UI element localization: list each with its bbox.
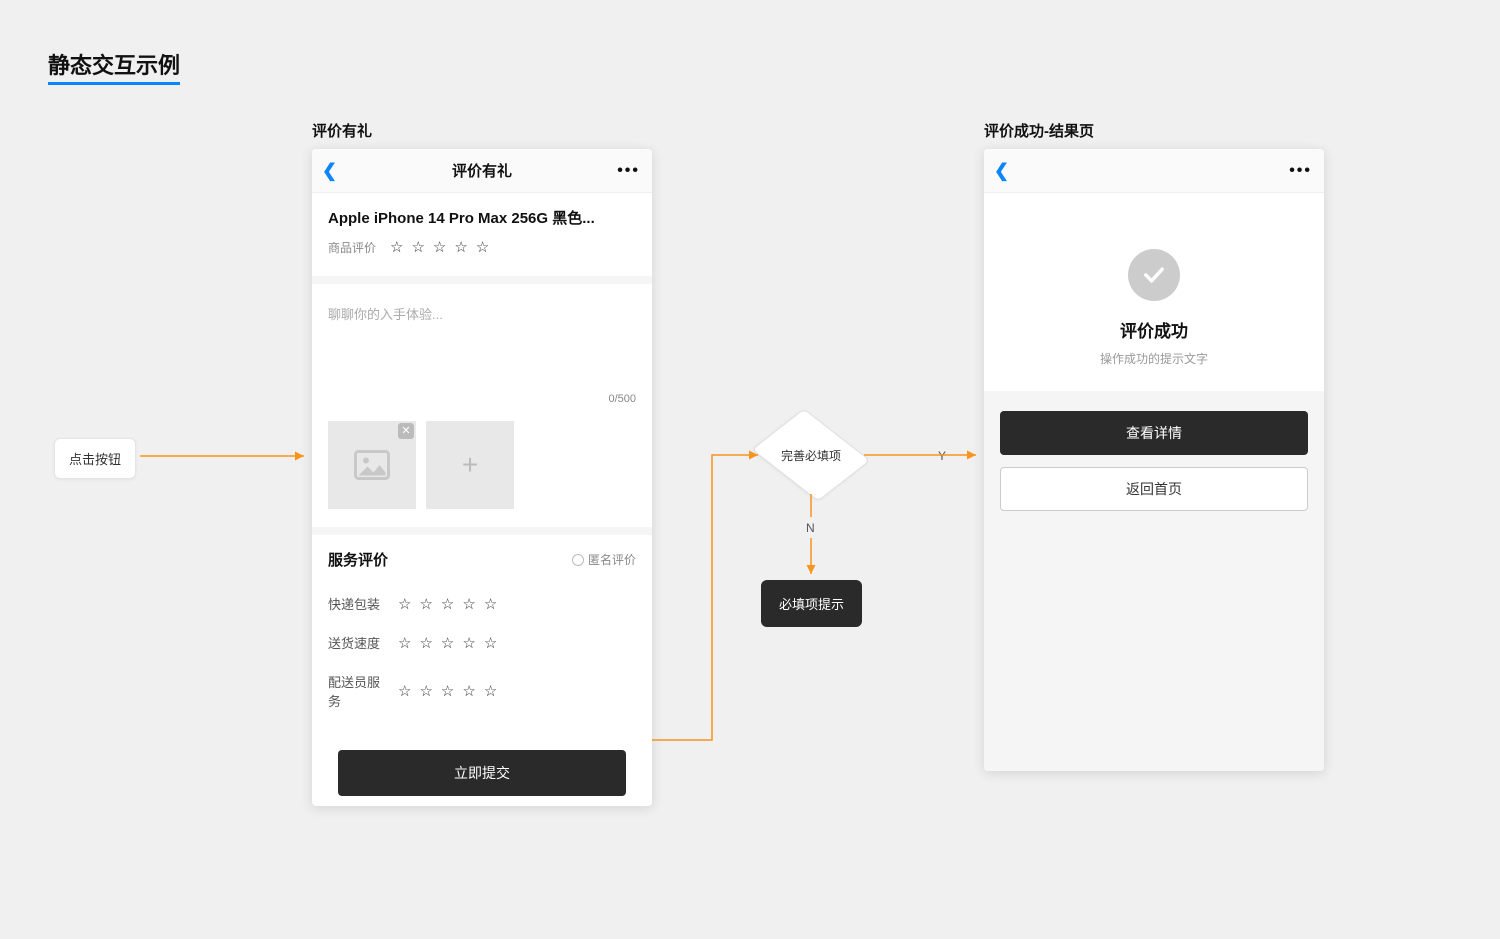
- service-row-label: 送货速度: [328, 633, 384, 652]
- image-icon: [354, 450, 390, 480]
- branch-yes-label: Y: [938, 449, 946, 463]
- char-count: 0/500: [328, 393, 636, 405]
- more-icon[interactable]: •••: [617, 162, 640, 180]
- anonymous-checkbox[interactable]: 匿名评价: [572, 551, 636, 568]
- view-detail-button[interactable]: 查看详情: [1000, 411, 1308, 455]
- result-subtitle: 操作成功的提示文字: [1000, 350, 1308, 367]
- branch-no-label: N: [806, 521, 815, 535]
- service-rating-stars[interactable]: ☆ ☆ ☆ ☆ ☆: [398, 634, 497, 652]
- trigger-button-card[interactable]: 点击按钮: [54, 438, 136, 479]
- anonymous-label: 匿名评价: [588, 551, 636, 568]
- back-icon[interactable]: ❮: [994, 160, 1009, 181]
- product-rating-stars[interactable]: ☆ ☆ ☆ ☆ ☆: [390, 238, 489, 256]
- back-home-button[interactable]: 返回首页: [1000, 467, 1308, 511]
- validation-toast: 必填项提示: [761, 580, 862, 627]
- service-rating-title: 服务评价: [328, 549, 388, 570]
- star-icon[interactable]: ☆: [484, 682, 497, 700]
- radio-icon: [572, 554, 584, 566]
- service-row-label: 快递包装: [328, 594, 384, 613]
- star-icon[interactable]: ☆: [419, 682, 432, 700]
- phone-a-section-label: 评价有礼: [312, 120, 652, 141]
- decision-diamond: 完善必填项: [764, 418, 858, 492]
- review-textarea[interactable]: 聊聊你的入手体验... 0/500: [312, 284, 652, 417]
- star-icon[interactable]: ☆: [419, 595, 432, 613]
- navbar: ❮ 评价有礼 •••: [312, 149, 652, 193]
- nav-title: 评价有礼: [452, 160, 512, 181]
- back-icon[interactable]: ❮: [322, 160, 337, 181]
- star-icon[interactable]: ☆: [462, 634, 475, 652]
- phone-b-frame: ❮ ••• 评价成功 操作成功的提示文字 查看详情 返回首页: [984, 149, 1324, 771]
- service-rating-stars[interactable]: ☆ ☆ ☆ ☆ ☆: [398, 595, 497, 613]
- navbar: ❮ •••: [984, 149, 1324, 193]
- service-rating-stars[interactable]: ☆ ☆ ☆ ☆ ☆: [398, 682, 497, 700]
- star-icon[interactable]: ☆: [484, 595, 497, 613]
- star-icon[interactable]: ☆: [441, 595, 454, 613]
- star-icon[interactable]: ☆: [390, 238, 403, 256]
- decision-label: 完善必填项: [764, 418, 858, 492]
- star-icon[interactable]: ☆: [411, 238, 424, 256]
- product-title: Apple iPhone 14 Pro Max 256G 黑色...: [328, 207, 636, 228]
- star-icon[interactable]: ☆: [454, 238, 467, 256]
- more-icon[interactable]: •••: [1289, 162, 1312, 180]
- result-title: 评价成功: [1000, 317, 1308, 342]
- star-icon[interactable]: ☆: [462, 595, 475, 613]
- submit-button[interactable]: 立即提交: [338, 750, 626, 796]
- close-icon[interactable]: ✕: [398, 423, 414, 439]
- service-row-label: 配送员服务: [328, 672, 384, 710]
- textarea-placeholder: 聊聊你的入手体验...: [328, 304, 636, 323]
- star-icon[interactable]: ☆: [398, 595, 411, 613]
- star-icon[interactable]: ☆: [462, 682, 475, 700]
- add-image-button[interactable]: +: [426, 421, 514, 509]
- star-icon[interactable]: ☆: [441, 682, 454, 700]
- star-icon[interactable]: ☆: [433, 238, 446, 256]
- uploaded-image-thumb[interactable]: ✕: [328, 421, 416, 509]
- star-icon[interactable]: ☆: [419, 634, 432, 652]
- phone-a-frame: ❮ 评价有礼 ••• Apple iPhone 14 Pro Max 256G …: [312, 149, 652, 806]
- success-check-icon: [1128, 249, 1180, 301]
- product-rating-label: 商品评价: [328, 239, 376, 256]
- star-icon[interactable]: ☆: [441, 634, 454, 652]
- star-icon[interactable]: ☆: [484, 634, 497, 652]
- page-title: 静态交互示例: [48, 48, 180, 85]
- star-icon[interactable]: ☆: [476, 238, 489, 256]
- star-icon[interactable]: ☆: [398, 634, 411, 652]
- star-icon[interactable]: ☆: [398, 682, 411, 700]
- phone-b-section-label: 评价成功-结果页: [984, 120, 1324, 141]
